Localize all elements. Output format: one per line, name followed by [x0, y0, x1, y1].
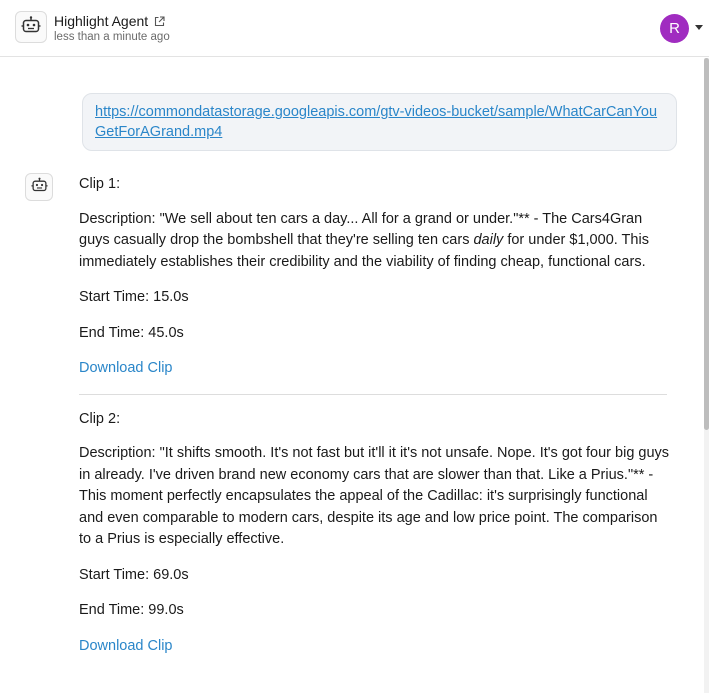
agent-name: Highlight Agent: [54, 13, 149, 29]
chevron-down-icon[interactable]: [695, 25, 703, 30]
agent-name-row: Highlight Agent: [54, 13, 165, 29]
clip-block: Clip 2: Description: "It shifts smooth. …: [79, 409, 671, 658]
clip-description: Description: "We sell about ten cars a d…: [79, 209, 671, 274]
user-message-bubble: https://commondatastorage.googleapis.com…: [82, 93, 677, 151]
clip-divider: [79, 393, 667, 395]
chat-window: Highlight Agent less than a minute ago R…: [0, 0, 709, 693]
clip-start-time: Start Time: 15.0s: [79, 289, 189, 305]
robot-icon: [30, 177, 48, 198]
bot-avatar: [25, 173, 53, 201]
clip-block: Clip 1: Description: "We sell about ten …: [79, 174, 671, 380]
scrollbar-thumb[interactable]: [704, 58, 709, 430]
user-avatar[interactable]: R: [660, 14, 689, 43]
bot-message: Clip 1: Description: "We sell about ten …: [79, 174, 671, 657]
clip-title: Clip 2:: [79, 410, 121, 427]
download-clip-button[interactable]: Download Clip: [79, 636, 173, 658]
robot-icon: [21, 15, 41, 39]
clip-end-time: End Time: 45.0s: [79, 324, 184, 341]
chat-header: Highlight Agent less than a minute ago R: [0, 0, 709, 57]
clip-start-time: Start Time: 69.0s: [79, 566, 189, 583]
clip-description-emphasis: daily: [473, 232, 504, 248]
agent-avatar: [15, 11, 47, 43]
clip-description: Description: "It shifts smooth. It's not…: [79, 443, 671, 551]
agent-timestamp: less than a minute ago: [54, 31, 170, 43]
clip-title: Clip 1:: [79, 176, 121, 192]
download-clip-button[interactable]: Download Clip: [79, 358, 173, 380]
clip-end-time: End Time: 99.0s: [79, 602, 184, 618]
video-url-link[interactable]: https://commondatastorage.googleapis.com…: [95, 104, 657, 140]
clip-description-text: Description: "It shifts smooth. It's not…: [79, 445, 670, 547]
external-link-icon[interactable]: [154, 15, 165, 27]
